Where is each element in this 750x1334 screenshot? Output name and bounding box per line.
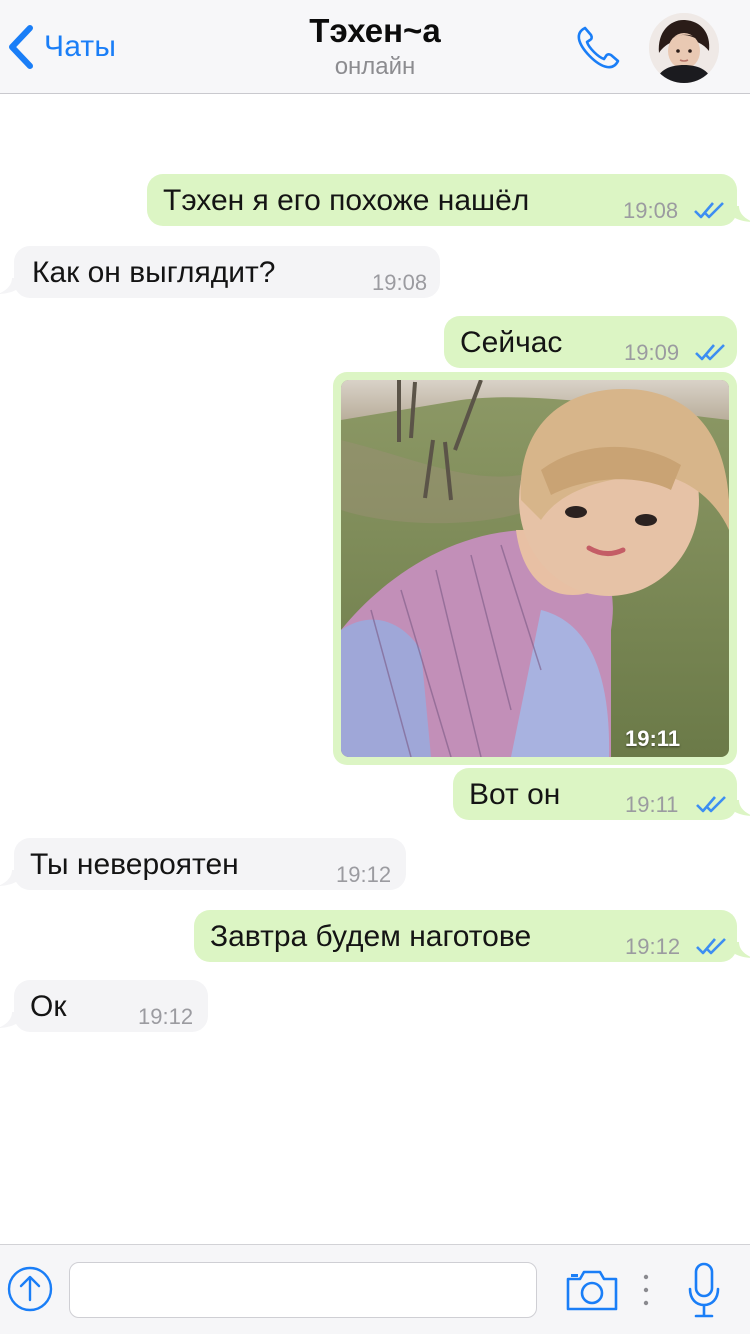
attach-button[interactable]	[6, 1265, 54, 1313]
back-button[interactable]: Чаты	[6, 22, 116, 72]
message-time: 19:12	[625, 934, 681, 959]
message-time: 19:12	[336, 862, 392, 887]
photo-time: 19:11	[625, 726, 681, 751]
phone-icon	[577, 26, 620, 69]
message-bubble-outgoing[interactable]: Вот он 19:11	[453, 768, 737, 820]
contact-avatar[interactable]	[649, 13, 719, 83]
double-check-icon	[695, 344, 725, 361]
separator-dots	[643, 1274, 649, 1306]
message-bubble-outgoing[interactable]: Завтра будем наготове 19:12	[194, 910, 737, 962]
message-text: Ок	[30, 990, 67, 1023]
chat-header: Чаты Тэхен~а онлайн	[0, 0, 750, 94]
message-text: Тэхен я его похоже нашёл	[163, 184, 530, 217]
bubble-tail	[735, 206, 750, 222]
chevron-left-icon	[9, 25, 33, 69]
message-text: Сейчас	[460, 326, 563, 359]
bubble-tail	[735, 942, 750, 958]
double-check-icon	[694, 202, 724, 219]
message-time: 19:08	[623, 198, 679, 223]
message-bubble-incoming[interactable]: Ок 19:12	[14, 980, 208, 1032]
call-button[interactable]	[572, 22, 624, 74]
chat-title-block[interactable]: Тэхен~а онлайн	[175, 10, 575, 82]
bubble-tail	[735, 800, 750, 816]
camera-button[interactable]	[564, 1267, 620, 1313]
message-input[interactable]	[69, 1262, 537, 1318]
message-bubble-outgoing[interactable]: Сейчас 19:09	[444, 316, 737, 368]
bubble-tail	[0, 870, 16, 886]
upload-arrow-icon	[7, 1266, 53, 1312]
message-text: Ты невероятен	[30, 848, 239, 881]
message-input-bar	[0, 1244, 750, 1334]
back-label: Чаты	[44, 30, 117, 63]
microphone-icon	[688, 1262, 720, 1318]
message-text: Завтра будем наготове	[210, 920, 532, 953]
message-bubble-incoming[interactable]: Как он выглядит? 19:08	[14, 246, 440, 298]
double-check-icon	[696, 796, 726, 813]
message-time: 19:12	[138, 1004, 194, 1029]
chat-status: онлайн	[334, 53, 416, 80]
message-time: 19:11	[625, 792, 679, 817]
bubble-tail	[0, 1012, 16, 1028]
bubble-tail	[0, 278, 16, 294]
message-text: Вот он	[469, 778, 561, 811]
chat-title: Тэхен~а	[309, 12, 441, 49]
message-text: Как он выглядит?	[32, 256, 276, 289]
message-time: 19:09	[624, 340, 680, 365]
double-check-icon	[696, 938, 726, 955]
microphone-button[interactable]	[686, 1261, 722, 1319]
photo-message[interactable]: 19:11	[333, 372, 737, 765]
message-bubble-outgoing[interactable]: Тэхен я его похоже нашёл 19:08	[147, 174, 737, 226]
message-bubble-incoming[interactable]: Ты невероятен 19:12	[14, 838, 406, 890]
camera-icon	[566, 1270, 618, 1311]
message-time: 19:08	[372, 270, 428, 295]
photo-attachment[interactable]: 19:11	[341, 380, 729, 757]
